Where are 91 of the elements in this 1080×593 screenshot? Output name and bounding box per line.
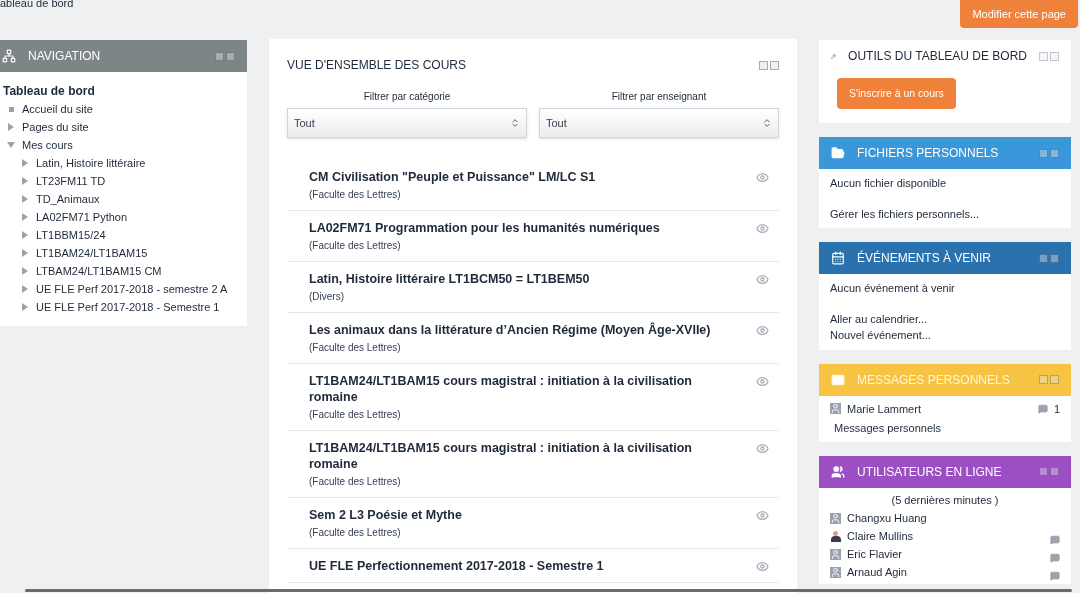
course-title[interactable]: Les animaux dans la littérature d’Ancien Régime (Moyen Âge-XVIIe) bbox=[309, 322, 756, 338]
nav-item[interactable]: TD_Animaux bbox=[21, 190, 244, 208]
filter-label: Filtrer par enseignant bbox=[611, 90, 707, 104]
nav-item[interactable]: LT23FM11 TD bbox=[21, 172, 244, 190]
nav-item[interactable]: UE FLE Perf 2017-2018 - semestre 2 A bbox=[21, 280, 244, 298]
course-category: (Faculte des Lettres) bbox=[309, 239, 402, 253]
nav-item[interactable]: UE FLE Perf 2017-2018 - Semestre 1 bbox=[21, 298, 244, 316]
eye-icon[interactable] bbox=[756, 222, 769, 235]
course-category: (Faculte des Lettres) bbox=[309, 408, 402, 422]
eye-icon[interactable] bbox=[756, 560, 769, 573]
eye-icon[interactable] bbox=[756, 171, 769, 184]
user-name[interactable]: Claire Mullins bbox=[847, 527, 1044, 545]
course-category: (Divers) bbox=[309, 290, 345, 304]
event-link[interactable]: Nouvel événement... bbox=[830, 327, 1060, 344]
select-arrows-icon bbox=[510, 118, 520, 128]
block-title: MESSAGES PERSONNELS bbox=[857, 371, 1011, 389]
nav-item[interactable]: Accueil du site bbox=[7, 100, 244, 118]
event-link[interactable]: Aller au calendrier... bbox=[830, 310, 1060, 327]
avatar-icon bbox=[830, 403, 841, 415]
course-title[interactable]: Latin, Histoire littéraire LT1BCM50 = LT1BEM50 bbox=[309, 271, 756, 287]
user-name[interactable]: Eric Flavier bbox=[847, 545, 1044, 563]
collapsed-arrow-icon[interactable] bbox=[21, 231, 30, 239]
eye-icon[interactable] bbox=[756, 375, 769, 388]
nav-item[interactable]: Latin, Histoire littéraire bbox=[21, 154, 244, 172]
breadcrumb[interactable]: ableau de bord bbox=[0, 0, 74, 40]
avatar-icon bbox=[830, 548, 841, 560]
period-label: (5 dernières minutes ) bbox=[890, 492, 1000, 508]
course-title[interactable]: LT1BAM24/LT1BAM15 cours magistral : initiation à la civilisation romaine bbox=[309, 373, 756, 405]
user-name[interactable]: Arnaud Agin bbox=[847, 563, 1044, 581]
user-photo-icon bbox=[830, 530, 841, 542]
block-title: NAVIGATION bbox=[28, 48, 102, 65]
course-title[interactable]: Sem 2 L3 Poésie et Mythe bbox=[309, 507, 756, 523]
course-title[interactable]: LA02FM71 Programmation pour les humanités numériques bbox=[309, 220, 756, 236]
collapsed-arrow-icon[interactable] bbox=[21, 303, 30, 311]
course-title[interactable]: LT1BAM24/LT1BAM15 cours magistral : initiation à la civilisation romaine bbox=[309, 440, 756, 472]
mail-icon bbox=[831, 372, 845, 387]
eye-icon[interactable] bbox=[756, 442, 769, 455]
filter-select[interactable]: Tout bbox=[287, 108, 527, 138]
collapsed-arrow-icon[interactable] bbox=[21, 177, 30, 185]
block-title: ÉVÉNEMENTS À VENIR bbox=[857, 249, 993, 267]
course-category: (Faculte des Lettres) bbox=[309, 188, 402, 202]
manage-files-link[interactable]: Gérer les fichiers personnels... bbox=[830, 205, 1060, 222]
sitemap-icon bbox=[2, 49, 16, 63]
course-title[interactable]: UE FLE Perfectionnement 2017-2018 - Semestre 1 bbox=[309, 558, 756, 574]
collapsed-arrow-icon[interactable] bbox=[21, 159, 30, 167]
calendar-icon bbox=[831, 251, 845, 265]
eye-icon[interactable] bbox=[756, 324, 769, 337]
collapsed-arrow-icon[interactable] bbox=[7, 123, 16, 131]
message-icon[interactable] bbox=[1050, 535, 1060, 545]
course-category: (Faculte des Lettres) bbox=[309, 475, 402, 489]
filter-label: Filtrer par catégorie bbox=[363, 90, 451, 104]
block-title: OUTILS DU TABLEAU DE BORD bbox=[848, 48, 1027, 65]
nav-root[interactable]: Tableau de bord bbox=[3, 82, 244, 100]
users-icon bbox=[831, 464, 845, 479]
course-title[interactable]: CM Civilisation "Peuple et Puissance" LM/LC S1 bbox=[309, 169, 756, 185]
collapsed-arrow-icon[interactable] bbox=[21, 285, 30, 293]
empty-message: Aucun fichier disponible bbox=[830, 176, 948, 191]
course-category: (Faculte des Lettres) bbox=[309, 526, 402, 540]
message-icon[interactable] bbox=[1050, 553, 1060, 563]
block-title: VUE D'ENSEMBLE DES COURS bbox=[287, 57, 467, 74]
user-name[interactable]: Changxu Huang bbox=[847, 509, 1060, 527]
empty-message: Aucun événement à venir bbox=[830, 281, 956, 296]
collapsed-arrow-icon[interactable] bbox=[21, 213, 30, 221]
collapsed-arrow-icon[interactable] bbox=[21, 195, 30, 203]
block-title: UTILISATEURS EN LIGNE bbox=[857, 463, 1003, 481]
nav-item[interactable]: Pages du site bbox=[7, 118, 244, 136]
filter-select[interactable]: Tout bbox=[539, 108, 779, 138]
eye-icon[interactable] bbox=[756, 273, 769, 286]
message-count: 1 bbox=[1053, 401, 1060, 417]
select-arrows-icon bbox=[762, 118, 772, 128]
course-category: (Faculte des Lettres) bbox=[309, 341, 402, 355]
block-controls-icon[interactable] bbox=[759, 60, 779, 70]
collapsed-arrow-icon[interactable] bbox=[21, 249, 30, 257]
nav-item[interactable]: LT1BAM24/LT1BAM15 bbox=[21, 244, 244, 262]
folder-icon bbox=[831, 146, 845, 160]
block-title: FICHIERS PERSONNELS bbox=[857, 145, 1000, 162]
avatar-icon bbox=[830, 566, 841, 578]
horizontal-scrollbar[interactable] bbox=[25, 589, 1072, 592]
contact-name[interactable]: Marie Lammert bbox=[847, 400, 1032, 417]
bullet-icon bbox=[9, 106, 14, 112]
expanded-arrow-icon[interactable] bbox=[7, 141, 16, 149]
collapsed-arrow-icon[interactable] bbox=[21, 267, 30, 275]
messages-link[interactable]: Messages personnels bbox=[830, 420, 1060, 437]
message-icon[interactable] bbox=[1050, 571, 1060, 581]
message-icon bbox=[1037, 403, 1048, 414]
nav-item[interactable]: LA02FM71 Python bbox=[21, 208, 244, 226]
nav-item[interactable]: Mes cours bbox=[7, 136, 244, 154]
avatar-icon bbox=[830, 512, 841, 524]
eye-icon[interactable] bbox=[756, 509, 769, 522]
nav-item[interactable]: LTBAM24/LT1BAM15 CM bbox=[21, 262, 244, 280]
nav-item[interactable]: LT1BBM15/24 bbox=[21, 226, 244, 244]
